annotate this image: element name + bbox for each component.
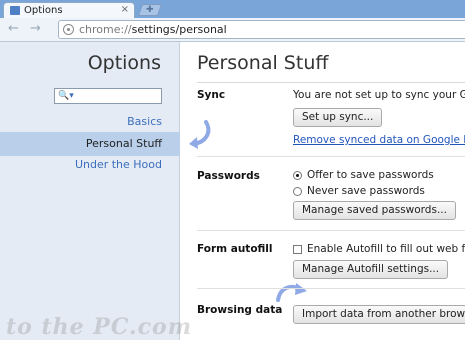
tab-strip: Options × ✚ [0, 0, 465, 18]
section-label-browsing-data: Browsing data [197, 304, 283, 316]
main-content: Personal Stuff Sync You are not set up t… [180, 42, 465, 340]
import-data-button[interactable]: Import data from another browser... [293, 305, 465, 324]
tab-options[interactable]: Options × [3, 2, 135, 18]
new-tab-button[interactable]: ✚ [137, 4, 163, 16]
offer-save-passwords-label[interactable]: Offer to save passwords [307, 169, 434, 181]
section-label-form-autofill: Form autofill [197, 243, 273, 255]
offer-save-passwords-radio[interactable] [293, 171, 302, 180]
sidebar-title: Options [87, 52, 161, 74]
divider [197, 82, 465, 83]
tab-title: Options [24, 5, 63, 16]
page-icon [63, 24, 74, 35]
sidebar-item-basics[interactable]: Basics [0, 110, 180, 134]
section-label-sync: Sync [197, 89, 226, 101]
page-title: Personal Stuff [197, 52, 329, 74]
address-bar[interactable]: chrome://settings/personal [58, 20, 465, 39]
divider [197, 156, 465, 157]
forward-button[interactable]: → [30, 22, 41, 36]
wrench-icon [10, 6, 20, 15]
sidebar: Options 🔍▾ Basics Personal Stuff Under t… [0, 42, 180, 340]
manage-autofill-button[interactable]: Manage Autofill settings... [293, 260, 449, 279]
plus-icon: ✚ [146, 5, 154, 15]
setup-sync-button[interactable]: Set up sync... [293, 108, 383, 127]
close-icon[interactable]: × [121, 4, 129, 15]
search-input[interactable]: 🔍▾ [54, 88, 162, 104]
sync-status: You are not set up to sync your Google C… [293, 89, 465, 101]
sidebar-item-under-the-hood[interactable]: Under the Hood [0, 153, 180, 177]
manage-passwords-button[interactable]: Manage saved passwords... [293, 201, 456, 220]
url-text: chrome://settings/personal [79, 23, 227, 36]
never-save-passwords-label[interactable]: Never save passwords [307, 185, 425, 197]
divider [197, 288, 465, 289]
toolbar: ← → chrome://settings/personal [0, 18, 465, 42]
back-button[interactable]: ← [8, 22, 19, 36]
section-label-passwords: Passwords [197, 170, 260, 182]
divider [197, 230, 465, 231]
remove-synced-data-link[interactable]: Remove synced data on Google Dashboard [293, 134, 465, 146]
search-icon: 🔍▾ [58, 91, 74, 101]
enable-autofill-label[interactable]: Enable Autofill to fill out web forms in… [307, 243, 465, 255]
never-save-passwords-radio[interactable] [293, 187, 302, 196]
enable-autofill-checkbox[interactable] [293, 245, 302, 254]
watermark: to the PC.com [6, 314, 192, 340]
